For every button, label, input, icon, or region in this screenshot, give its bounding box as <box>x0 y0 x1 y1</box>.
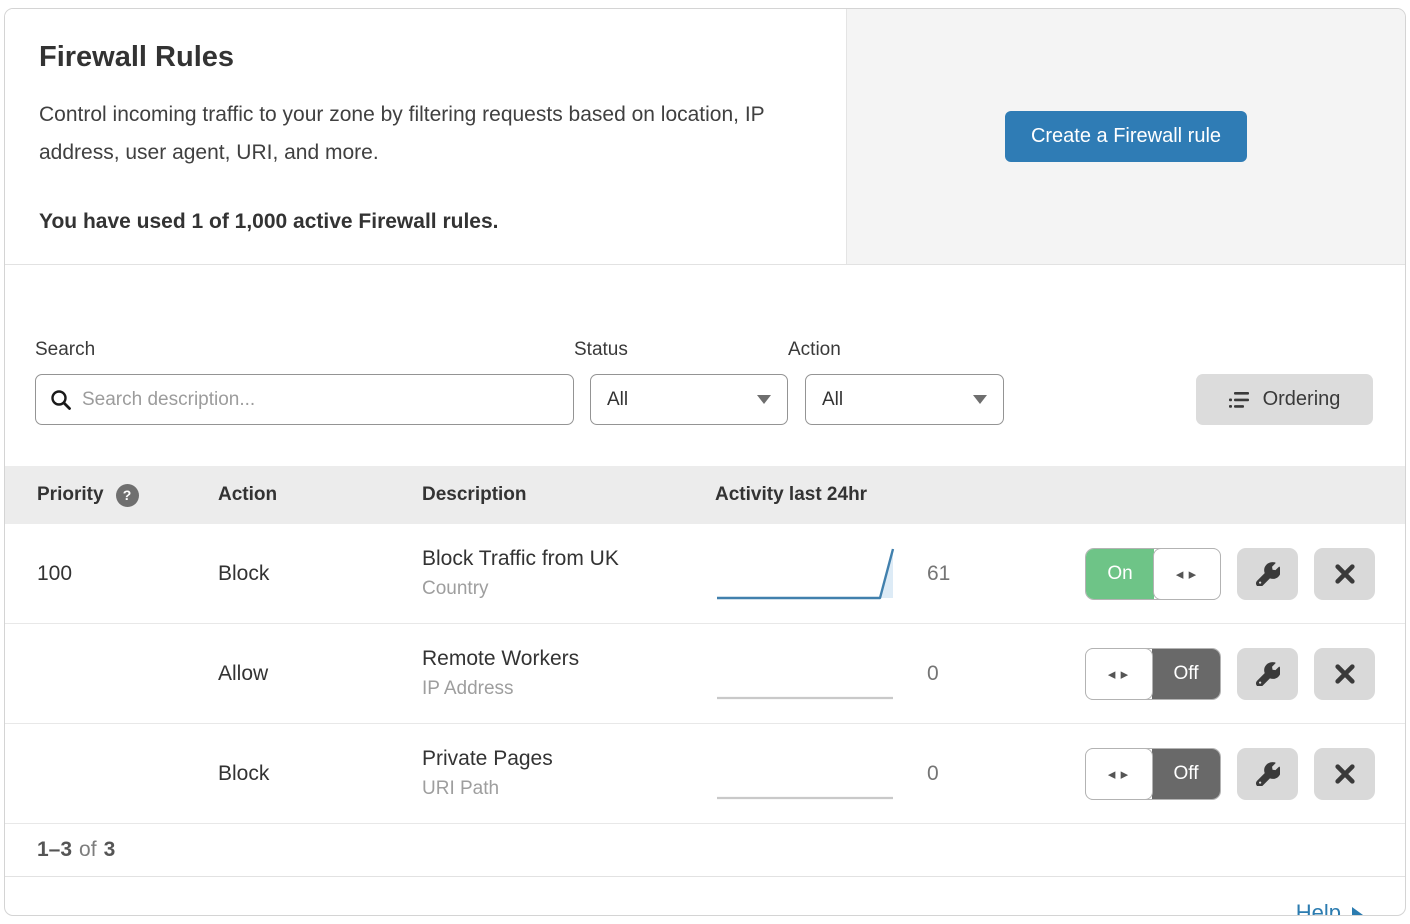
activity-sparkline <box>715 744 927 804</box>
create-firewall-rule-button[interactable]: Create a Firewall rule <box>1005 111 1247 162</box>
activity-count: 61 <box>927 562 1055 586</box>
delete-rule-button[interactable] <box>1314 648 1375 700</box>
rule-description-cell: Remote Workers IP Address <box>422 647 715 700</box>
page-description: Control incoming traffic to your zone by… <box>39 96 809 172</box>
activity-sparkline <box>715 544 927 604</box>
delete-rule-button[interactable] <box>1314 748 1375 800</box>
toggle-off-label: Off <box>1152 649 1220 699</box>
priority-header-label: Priority <box>37 484 104 506</box>
activity-count: 0 <box>927 662 1055 686</box>
pagination-range: 1–3 <box>37 838 72 862</box>
table-row: 100 Block Block Traffic from UK Country … <box>5 524 1405 624</box>
ordering-list-icon <box>1229 390 1251 410</box>
toggle-on-label: On <box>1086 549 1154 599</box>
activity-sparkline <box>715 644 927 704</box>
arrow-right-icon <box>1352 907 1363 917</box>
status-field-group: Status All <box>574 339 788 425</box>
pagination-bar: 1–3 of 3 <box>5 824 1405 877</box>
wrench-icon <box>1256 762 1280 786</box>
chevron-down-icon <box>973 395 987 404</box>
toggle-handle-icon: ◂ ▸ <box>1085 648 1153 700</box>
rule-enabled-toggle[interactable]: ◂ ▸ Off <box>1085 648 1221 700</box>
pagination-of: of <box>79 838 97 862</box>
toggle-handle-icon: ◂ ▸ <box>1153 548 1221 600</box>
status-selected-value: All <box>607 389 628 411</box>
ordering-button-label: Ordering <box>1263 388 1341 411</box>
rule-match-type: URI Path <box>422 778 715 800</box>
firewall-rules-card: Firewall Rules Control incoming traffic … <box>4 8 1406 916</box>
wrench-icon <box>1256 662 1280 686</box>
rule-description-cell: Private Pages URI Path <box>422 747 715 800</box>
rule-enabled-toggle[interactable]: ◂ ▸ Off <box>1085 748 1221 800</box>
toggle-off-label: Off <box>1152 749 1220 799</box>
pagination-total: 3 <box>104 838 116 862</box>
table-row: Block Private Pages URI Path 0 ◂ ▸ Off <box>5 724 1405 824</box>
page-title: Firewall Rules <box>39 41 812 74</box>
header-action-panel: Create a Firewall rule <box>846 9 1405 264</box>
ordering-button[interactable]: Ordering <box>1196 374 1373 425</box>
rule-controls: On ◂ ▸ <box>1055 548 1405 600</box>
usage-note: You have used 1 of 1,000 active Firewall… <box>39 210 812 234</box>
delete-rule-button[interactable] <box>1314 548 1375 600</box>
rule-controls: ◂ ▸ Off <box>1055 648 1405 700</box>
rule-match-type: Country <box>422 578 715 600</box>
search-icon <box>50 389 72 411</box>
status-label: Status <box>574 339 788 361</box>
filter-bar: Search Status All Action All <box>5 265 1405 425</box>
close-icon <box>1334 663 1356 685</box>
search-input[interactable] <box>82 389 559 411</box>
help-bar: Help <box>5 877 1405 916</box>
rule-description-cell: Block Traffic from UK Country <box>422 547 715 600</box>
rule-enabled-toggle[interactable]: On ◂ ▸ <box>1085 548 1221 600</box>
rule-description: Remote Workers <box>422 647 715 671</box>
rule-action: Block <box>218 562 422 586</box>
wrench-icon <box>1256 562 1280 586</box>
page-header: Firewall Rules Control incoming traffic … <box>5 9 1405 265</box>
search-label: Search <box>35 339 574 361</box>
chevron-down-icon <box>757 395 771 404</box>
rule-action: Allow <box>218 662 422 686</box>
search-box <box>35 374 574 425</box>
column-header-priority: Priority ? <box>37 484 218 507</box>
column-header-description: Description <box>422 484 715 506</box>
edit-rule-button[interactable] <box>1237 648 1298 700</box>
search-field-group: Search <box>35 339 574 425</box>
rule-controls: ◂ ▸ Off <box>1055 748 1405 800</box>
column-header-activity: Activity last 24hr <box>715 484 1205 506</box>
help-link[interactable]: Help <box>1296 900 1363 916</box>
rule-action: Block <box>218 762 422 786</box>
priority-help-icon[interactable]: ? <box>116 484 139 507</box>
edit-rule-button[interactable] <box>1237 548 1298 600</box>
action-select[interactable]: All <box>805 374 1004 425</box>
rule-priority: 100 <box>37 562 218 586</box>
close-icon <box>1334 763 1356 785</box>
table-header-row: Priority ? Action Description Activity l… <box>5 466 1405 524</box>
edit-rule-button[interactable] <box>1237 748 1298 800</box>
rule-description: Block Traffic from UK <box>422 547 715 571</box>
toggle-handle-icon: ◂ ▸ <box>1085 748 1153 800</box>
rule-match-type: IP Address <box>422 678 715 700</box>
help-link-label: Help <box>1296 900 1341 916</box>
table-row: Allow Remote Workers IP Address 0 ◂ ▸ Of… <box>5 624 1405 724</box>
status-select[interactable]: All <box>590 374 788 425</box>
action-field-group: Action All <box>788 339 1004 425</box>
column-header-action: Action <box>218 484 422 506</box>
header-text-panel: Firewall Rules Control incoming traffic … <box>5 9 846 264</box>
action-label: Action <box>788 339 1004 361</box>
rule-description: Private Pages <box>422 747 715 771</box>
activity-count: 0 <box>927 762 1055 786</box>
action-selected-value: All <box>822 389 843 411</box>
close-icon <box>1334 563 1356 585</box>
